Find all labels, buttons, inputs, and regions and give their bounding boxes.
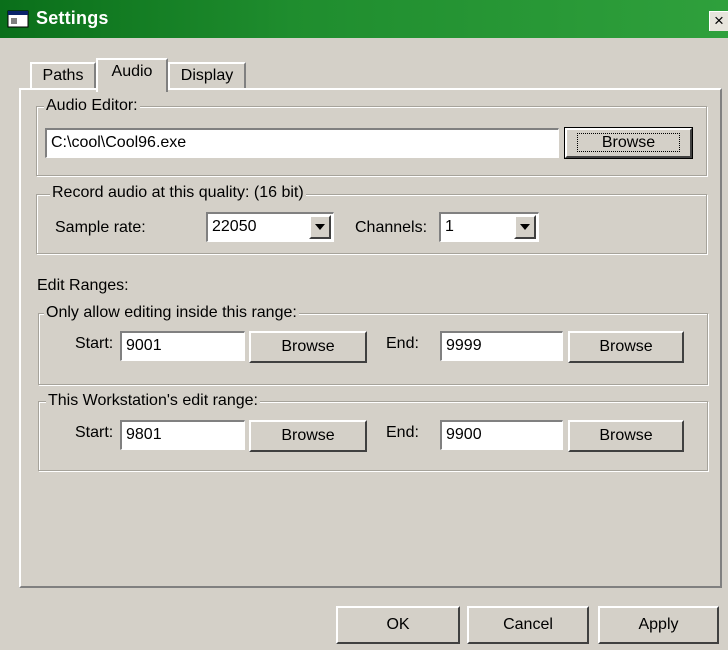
browse-label: Browse	[576, 133, 681, 152]
apply-button[interactable]: Apply	[598, 606, 719, 644]
allowed-start-field[interactable]: 9001	[120, 331, 245, 361]
workstation-range-legend: This Workstation's edit range:	[46, 392, 260, 410]
allowed-start-browse-button[interactable]: Browse	[249, 331, 367, 363]
allowed-range-legend: Only allow editing inside this range:	[44, 304, 299, 322]
workstation-start-field[interactable]: 9801	[120, 420, 245, 450]
ok-button[interactable]: OK	[336, 606, 460, 644]
workstation-start-label: Start:	[75, 424, 114, 441]
channels-label: Channels:	[355, 219, 428, 236]
workstation-end-field[interactable]: 9900	[440, 420, 563, 450]
allowed-end-field[interactable]: 9999	[440, 331, 563, 361]
record-quality-legend: Record audio at this quality: (16 bit)	[50, 184, 306, 202]
audio-editor-legend: Audio Editor:	[44, 97, 140, 115]
tab-display[interactable]: Display	[168, 62, 246, 88]
tab-audio[interactable]: Audio	[96, 58, 168, 92]
close-icon[interactable]: ×	[709, 11, 728, 31]
tab-paths[interactable]: Paths	[30, 62, 96, 88]
sample-rate-value: 22050	[212, 218, 257, 235]
audio-editor-browse-button[interactable]: Browse	[564, 127, 693, 159]
cancel-button[interactable]: Cancel	[467, 606, 589, 644]
sample-rate-label: Sample rate:	[55, 219, 146, 236]
app-window-icon	[7, 10, 29, 28]
title-bar[interactable]: Settings ×	[0, 0, 728, 38]
allowed-end-browse-button[interactable]: Browse	[568, 331, 684, 363]
window-title: Settings	[36, 8, 109, 28]
audio-editor-path-field[interactable]: C:\cool\Cool96.exe	[45, 128, 559, 158]
allowed-start-label: Start:	[75, 335, 114, 352]
workstation-start-browse-button[interactable]: Browse	[249, 420, 367, 452]
workstation-end-label: End:	[386, 424, 419, 441]
allowed-end-label: End:	[386, 335, 419, 352]
workstation-end-browse-button[interactable]: Browse	[568, 420, 684, 452]
edit-ranges-heading: Edit Ranges:	[37, 277, 129, 294]
channels-dropdown-icon[interactable]	[514, 215, 536, 239]
channels-value: 1	[445, 218, 454, 235]
sample-rate-dropdown-icon[interactable]	[309, 215, 331, 239]
